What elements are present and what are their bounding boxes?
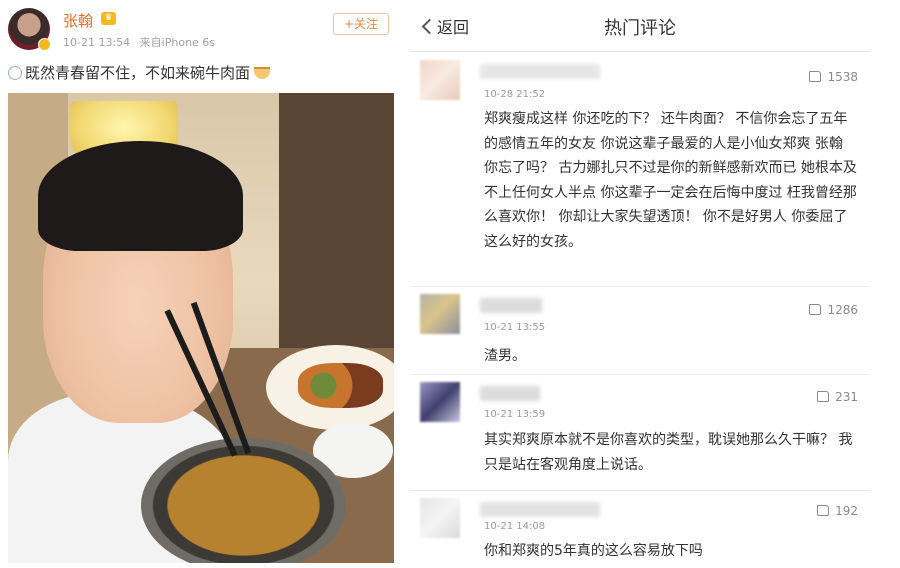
post-meta: 10-21 13:54 来自iPhone 6s xyxy=(63,34,221,50)
like-count: 1286 xyxy=(827,303,858,317)
like-button[interactable]: 1538 xyxy=(809,70,858,84)
emoji-icon xyxy=(8,66,22,80)
poster-name[interactable]: 张翰 xyxy=(63,10,93,31)
comment-username-blurred[interactable] xyxy=(480,298,542,313)
comment-text: 郑爽瘦成这样 你还吃的下？ 还牛肉面？ 不信你会忘了五年的感情五年的女友 你说这… xyxy=(484,111,857,250)
comment-username-blurred[interactable] xyxy=(480,64,600,79)
vip-badge-icon xyxy=(38,38,51,51)
like-count: 192 xyxy=(835,504,858,518)
thumbs-up-icon xyxy=(817,391,830,402)
like-count: 1538 xyxy=(827,70,858,84)
comment-text: 你和郑爽的5年真的这么容易放下吗 xyxy=(484,543,703,559)
page-title: 热门评论 xyxy=(604,18,676,39)
like-button[interactable]: 231 xyxy=(817,390,858,404)
comment-item: 10-28 21:52 1538 郑爽瘦成这样 你还吃的下？ 还牛肉面？ 不信你… xyxy=(410,58,870,283)
comment-time: 10-21 13:55 xyxy=(484,322,546,333)
post-timestamp: 10-21 13:54 xyxy=(63,36,131,49)
comment-item: 10-21 14:08 192 你和郑爽的5年真的这么容易放下吗 xyxy=(410,496,870,568)
weibo-post: 张翰 ♛ 10-21 13:54 来自iPhone 6s +关注 既然青春留不住… xyxy=(0,0,400,568)
follow-button[interactable]: +关注 xyxy=(333,13,389,35)
photo-noodle-bowl xyxy=(141,438,346,563)
comment-item: 10-21 13:59 231 其实郑爽原本就不是你喜欢的类型，耽误她那么久干嘛… xyxy=(410,380,870,485)
comment-avatar[interactable] xyxy=(420,382,460,422)
thumbs-up-icon xyxy=(809,71,822,82)
comment-time: 10-28 21:52 xyxy=(484,89,546,100)
comment-username-blurred[interactable] xyxy=(480,502,600,517)
like-button[interactable]: 192 xyxy=(817,504,858,518)
post-text: 既然青春留不住，不如来碗牛肉面 xyxy=(25,64,251,82)
thumbs-up-icon xyxy=(809,304,822,315)
top-bar: 返回 热门评论 xyxy=(410,0,870,52)
like-count: 231 xyxy=(835,390,858,404)
comment-time: 10-21 13:59 xyxy=(484,409,546,420)
comment-item: 10-21 13:55 1286 渣男。 xyxy=(410,292,870,372)
divider xyxy=(410,490,870,491)
comment-time: 10-21 14:08 xyxy=(484,521,546,532)
comment-text: 渣男。 xyxy=(484,348,526,364)
bowl-emoji-icon xyxy=(254,67,271,79)
comment-avatar[interactable] xyxy=(420,498,460,538)
hot-comments-page: 返回 热门评论 10-28 21:52 1538 郑爽瘦成这样 你还吃的下？ 还… xyxy=(410,0,900,568)
crown-icon: ♛ xyxy=(101,12,116,25)
divider xyxy=(410,286,870,287)
comment-username-blurred[interactable] xyxy=(480,386,540,401)
photo-food xyxy=(298,363,383,408)
like-button[interactable]: 1286 xyxy=(809,303,858,317)
post-text-row: 既然青春留不住，不如来碗牛肉面 xyxy=(8,62,271,83)
comment-text: 其实郑爽原本就不是你喜欢的类型，耽误她那么久干嘛？ 我只是站在客观角度上说话。 xyxy=(484,432,853,473)
thumbs-up-icon xyxy=(817,505,830,516)
comment-avatar[interactable] xyxy=(420,60,460,100)
post-device: 来自iPhone 6s xyxy=(139,36,216,49)
post-photo[interactable] xyxy=(8,93,394,563)
photo-hair xyxy=(38,141,243,251)
divider xyxy=(410,374,870,375)
comment-avatar[interactable] xyxy=(420,294,460,334)
